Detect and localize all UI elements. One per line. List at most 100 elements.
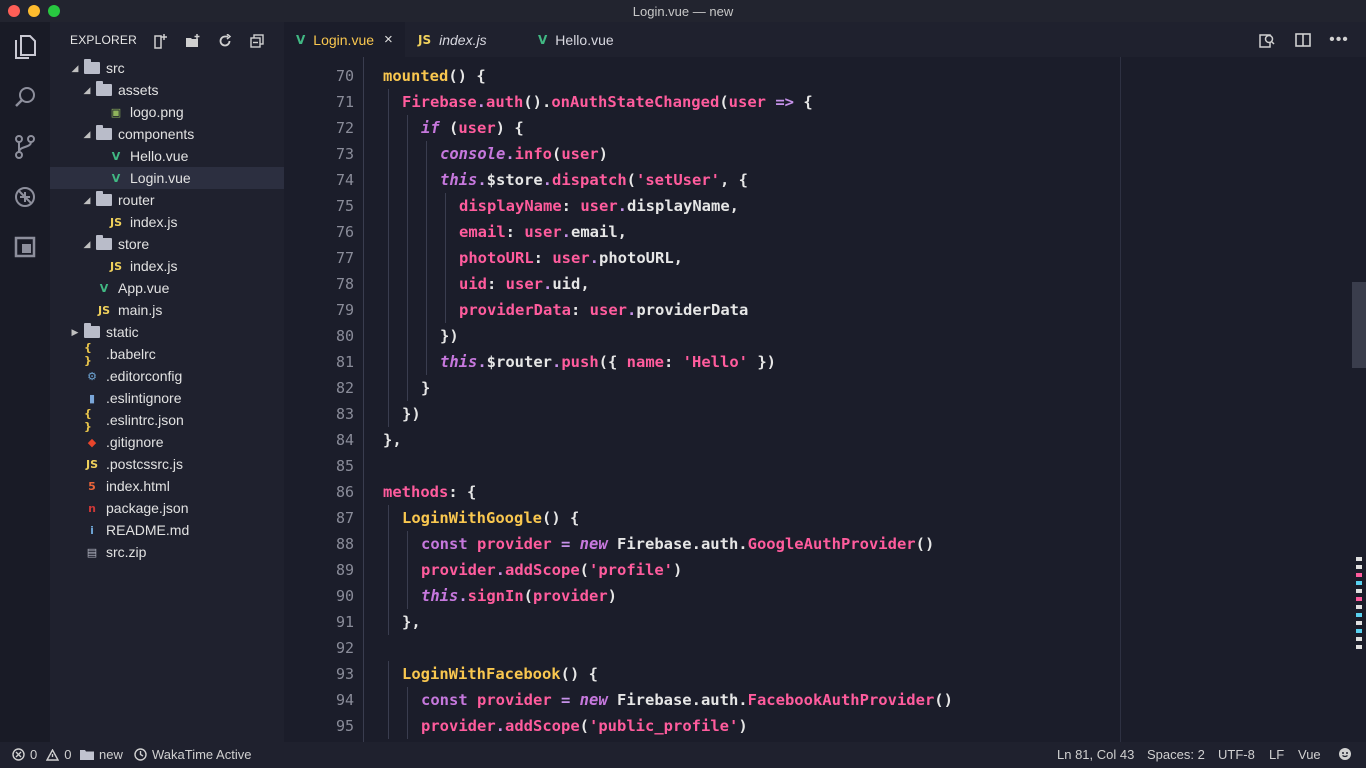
tree-folder[interactable]: ◢ assets [50,79,284,101]
tree-file[interactable]: V Login.vue [50,167,284,189]
tree-file[interactable]: V App.vue [50,277,284,299]
chevron-down-icon[interactable]: ◢ [82,195,92,206]
tree-folder[interactable]: ▶ static [50,321,284,343]
tree-file[interactable]: ◆ .gitignore [50,431,284,453]
eol-setting[interactable]: LF [1269,747,1284,762]
code-line[interactable]: displayName: user.displayName, [459,193,739,219]
code-token: GoogleAuthProvider [747,535,916,553]
tab-login-vue[interactable]: V Login.vue × [284,22,405,57]
code-line[interactable]: this.$store.dispatch('setUser', { [440,167,748,193]
html-file-icon: 5 [88,479,96,493]
new-folder-icon[interactable] [184,32,202,50]
code-line[interactable]: methods: { [383,479,476,505]
tab-hello-vue[interactable]: V Hello.vue [525,22,645,57]
code-line[interactable]: }) [440,323,459,349]
tab-close-icon[interactable]: × [384,31,393,48]
tree-file[interactable]: n package.json [50,497,284,519]
tab-index-js[interactable]: JS index.js [405,22,525,57]
code-token: new [579,691,608,709]
code-line[interactable]: mounted() { [383,63,486,89]
source-control-icon[interactable] [10,132,40,162]
overview-ruler[interactable] [1352,57,1366,742]
tree-file[interactable]: i README.md [50,519,284,541]
encoding-setting[interactable]: UTF-8 [1218,747,1255,762]
feedback-icon[interactable] [1337,747,1353,761]
chevron-down-icon[interactable]: ◢ [82,85,92,96]
title-bar: Login.vue — new [0,0,1366,22]
code-line[interactable]: provider.addScope('public_profile') [421,713,748,739]
scrollbar-thumb[interactable] [1352,282,1366,368]
chevron-right-icon[interactable]: ▶ [70,327,80,338]
code-line[interactable]: LoginWithGoogle() { [402,505,579,531]
code-line[interactable]: providerData: user.providerData [459,297,748,323]
tree-file[interactable]: JS index.js [50,255,284,277]
debug-icon[interactable] [10,182,40,212]
tree-folder[interactable]: ◢ router [50,189,284,211]
tree-item-label: assets [118,82,159,98]
tree-file[interactable]: { } .eslintrc.json [50,407,284,433]
collapse-all-icon[interactable] [248,32,266,50]
indent-guide [407,375,408,401]
chevron-down-icon[interactable]: ◢ [70,63,80,74]
split-editor-icon[interactable] [1294,31,1312,49]
more-actions-icon[interactable]: ••• [1329,31,1348,49]
wakatime-status[interactable]: WakaTime Active [134,747,251,762]
open-changes-icon[interactable] [1258,31,1276,49]
code-line[interactable]: }, [402,609,421,635]
tree-file[interactable]: ⚙ .editorconfig [50,365,284,387]
code-token: (). [523,93,552,111]
code-line[interactable]: LoginWithFacebook() { [402,661,598,687]
cursor-position[interactable]: Ln 81, Col 43 [1057,747,1134,762]
code-line[interactable]: photoURL: user.photoURL, [459,245,683,271]
code-line[interactable]: } [421,375,430,401]
indentation-setting[interactable]: Spaces: 2 [1147,747,1205,762]
code-token: LoginWithGoogle [402,509,542,527]
code-line[interactable]: this.$router.push({ name: 'Hello' }) [440,349,776,375]
code-line[interactable]: if (user) { [421,115,524,141]
tree-file[interactable]: JS .postcssrc.js [50,453,284,475]
error-icon [12,748,25,761]
code-line[interactable]: const provider = new Firebase.auth.Faceb… [421,687,953,713]
code-token: displayName [459,197,562,215]
code-line[interactable]: console.info(user) [440,141,608,167]
tree-file[interactable]: JS index.js [50,211,284,233]
tree-item-label: App.vue [118,280,170,296]
tree-folder[interactable]: ◢ src [50,57,284,79]
explorer-icon[interactable] [10,32,40,62]
code-line[interactable]: }, [383,427,402,453]
tree-file[interactable]: ▤ src.zip [50,541,284,563]
code-line[interactable]: }) [402,401,421,427]
code-token: . [542,171,553,189]
tree-folder[interactable]: ◢ store [50,233,284,255]
language-mode[interactable]: Vue [1298,747,1321,762]
indent-guide [407,193,408,219]
code-line[interactable]: uid: user.uid, [459,271,590,297]
chevron-down-icon[interactable]: ◢ [82,129,92,140]
tree-file[interactable]: 5 index.html [50,475,284,497]
new-file-icon[interactable] [152,32,170,50]
problems-indicator[interactable]: 0 0 [12,747,71,762]
code-token: auth [486,93,524,111]
tree-file[interactable]: JS main.js [50,299,284,321]
wakatime-label: WakaTime Active [152,747,252,762]
code-line[interactable]: const provider = new Firebase.auth.Googl… [421,531,934,557]
code-editor[interactable]: 70 71 72 73 74 75 76 77 78 79 80 81 82 83 84 85 86 87 88 89… [284,57,1366,742]
tree-file[interactable]: ▮ .eslintignore [50,387,284,409]
tree-folder[interactable]: ◢ components [50,123,284,145]
chevron-down-icon[interactable]: ◢ [82,239,92,250]
tree-item-label: static [106,324,139,340]
code-line[interactable]: this.signIn(provider) [421,583,617,609]
search-icon[interactable] [10,82,40,112]
extensions-icon[interactable] [10,232,40,262]
line-number: 93 [335,665,354,683]
workspace-folder[interactable]: new [80,747,123,762]
code-line[interactable]: email: user.email, [459,219,627,245]
code-token: onAuthStateChanged [551,93,720,111]
tree-file[interactable]: { } .babelrc [50,341,284,367]
code-line[interactable]: provider.addScope('profile') [421,557,682,583]
js-file-icon: JS [85,457,98,471]
refresh-icon[interactable] [216,32,234,50]
tree-file[interactable]: ▣ logo.png [50,101,284,123]
code-line[interactable]: Firebase.auth().onAuthStateChanged(user … [402,89,813,115]
tree-file[interactable]: V Hello.vue [50,145,284,167]
